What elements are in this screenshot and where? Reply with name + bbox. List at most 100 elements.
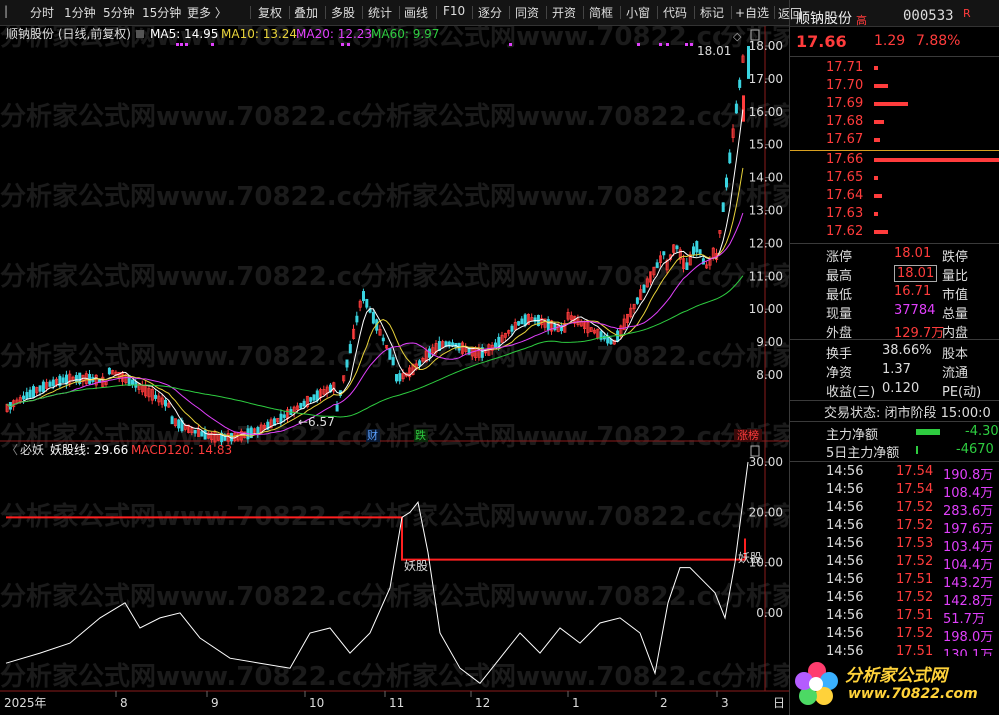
tick-time: 14:56 bbox=[826, 536, 864, 551]
sub-line2-label: MACD120: 14.83 bbox=[131, 443, 232, 457]
marker-drop[interactable]: 跌 bbox=[415, 428, 426, 442]
price-change-pct: 7.88% bbox=[916, 33, 961, 49]
ask-price: 17.67 bbox=[826, 132, 864, 147]
stat-label: 涨停 bbox=[826, 250, 853, 265]
btn-stats[interactable]: 统计 bbox=[368, 4, 392, 21]
stat-label: 最低 bbox=[826, 288, 853, 303]
ask-price: 17.69 bbox=[826, 96, 864, 111]
x-tick-11: 11 bbox=[389, 696, 404, 710]
x-tick-year: 2025年 bbox=[4, 696, 47, 710]
stat2-label-2: 流通 bbox=[942, 366, 969, 381]
ask-price: 17.70 bbox=[826, 78, 864, 93]
tick-time: 14:56 bbox=[826, 500, 864, 515]
btn-f10[interactable]: F10 bbox=[443, 4, 465, 18]
stat2-label: 收益(三) bbox=[826, 385, 876, 400]
btn-multi[interactable]: 多股 bbox=[331, 4, 355, 21]
sub-collapse-icon[interactable]: 〈 bbox=[6, 443, 18, 457]
btn-fuquan[interactable]: 复权 bbox=[258, 4, 282, 21]
quote-panel: 返回 顺钠股份 高 000533 R 17.66 1.29 7.88% 17.7… bbox=[778, 0, 999, 715]
stat-label-2: 总量 bbox=[942, 307, 969, 322]
ask-price: 17.68 bbox=[826, 114, 864, 129]
btn-jiankuang[interactable]: 简框 bbox=[589, 4, 613, 21]
bid-price: 17.66 bbox=[826, 152, 864, 167]
marker-finance[interactable]: 财 bbox=[367, 428, 378, 442]
btn-add-watch[interactable]: +自选 bbox=[735, 4, 769, 21]
chart-area[interactable]: 分析家公式网www.70822.com 18.0017.0016.0015.00… bbox=[0, 26, 789, 715]
price-tick: 8.00 bbox=[756, 368, 783, 382]
price-tick: 17.00 bbox=[749, 72, 783, 86]
expand-icon[interactable]: | bbox=[4, 4, 8, 18]
ask-volume-bar bbox=[874, 138, 880, 142]
stat-label-2: 跌停 bbox=[942, 250, 969, 265]
btn-overlay[interactable]: 叠加 bbox=[294, 4, 318, 21]
main-net-value: -4.30 bbox=[965, 424, 999, 439]
collapse-icon[interactable] bbox=[136, 30, 144, 38]
diamond-icon[interactable]: ◇ bbox=[733, 30, 742, 43]
tick-price: 17.51 bbox=[896, 572, 934, 587]
btn-tongzi[interactable]: 同资 bbox=[515, 4, 539, 21]
trade-status: 交易状态: 闭市阶段 15:00:0 bbox=[824, 406, 991, 421]
price-tick: 12.00 bbox=[749, 236, 783, 250]
tick-volume: 190.8万 bbox=[943, 468, 994, 483]
tick-time: 14:56 bbox=[826, 554, 864, 569]
tick-price: 17.52 bbox=[896, 626, 934, 641]
bid-volume-bar bbox=[874, 230, 888, 234]
tick-volume: 197.6万 bbox=[943, 522, 994, 537]
main-net-bar bbox=[916, 429, 940, 435]
main-net-5d-bar bbox=[916, 446, 918, 454]
sub-title: 必妖 bbox=[20, 443, 44, 457]
tab-15min[interactable]: 15分钟 bbox=[142, 4, 181, 21]
tick-time: 14:56 bbox=[826, 626, 864, 641]
stat-value: 18.01 bbox=[894, 246, 932, 261]
stat2-value: 0.120 bbox=[882, 381, 920, 396]
bid-price: 17.62 bbox=[826, 224, 864, 239]
tick-price: 17.52 bbox=[896, 554, 934, 569]
tick-volume: 103.4万 bbox=[943, 540, 994, 555]
ask-volume-bar bbox=[874, 66, 878, 70]
tick-price: 17.54 bbox=[896, 482, 934, 497]
price-tick: 9.00 bbox=[756, 335, 783, 349]
x-tick-10: 10 bbox=[309, 696, 324, 710]
x-tick-day[interactable]: 日 bbox=[773, 696, 785, 710]
stat2-value: 1.37 bbox=[882, 362, 911, 377]
price-tick: 13.00 bbox=[749, 204, 783, 218]
price-change: 1.29 bbox=[874, 33, 906, 49]
sub-line1-label: 妖股线: 29.66 bbox=[50, 443, 128, 457]
tick-volume: 51.7万 bbox=[943, 612, 985, 627]
high-tag: 高 bbox=[856, 14, 867, 27]
price-tick: 11.00 bbox=[749, 269, 783, 283]
x-tick-9: 9 bbox=[211, 696, 219, 710]
price-tick: 18.00 bbox=[749, 39, 783, 53]
main-net-5d-value: -4670 bbox=[956, 442, 994, 457]
stat-label: 最高 bbox=[826, 269, 853, 284]
ma10-label: MA10: 13.24 bbox=[221, 27, 297, 41]
stat2-value: 38.66% bbox=[882, 343, 932, 358]
stat2-label-2: 股本 bbox=[942, 347, 969, 362]
bid-volume-bar bbox=[874, 194, 882, 198]
tab-more[interactable]: 更多 〉 bbox=[187, 4, 227, 21]
main-net-5d-label: 5日主力净额 bbox=[826, 446, 900, 461]
price-tick: 14.00 bbox=[749, 171, 783, 185]
btn-kaizi[interactable]: 开资 bbox=[552, 4, 576, 21]
ask-volume-bar bbox=[874, 120, 884, 124]
ma5-label: MA5: 14.95 bbox=[150, 27, 218, 41]
price-tick: 16.00 bbox=[749, 105, 783, 119]
tab-5min[interactable]: 5分钟 bbox=[103, 4, 135, 21]
tab-1min[interactable]: 1分钟 bbox=[64, 4, 96, 21]
marker-rank[interactable]: 涨榜 bbox=[737, 428, 759, 442]
btn-code[interactable]: 代码 bbox=[663, 4, 687, 21]
btn-zhufen[interactable]: 逐分 bbox=[478, 4, 502, 21]
tick-time: 14:56 bbox=[826, 518, 864, 533]
btn-mark[interactable]: 标记 bbox=[700, 4, 724, 21]
stock-name: 顺钠股份 bbox=[796, 11, 852, 27]
tick-price: 17.51 bbox=[896, 608, 934, 623]
tick-volume: 283.6万 bbox=[943, 504, 994, 519]
btn-xiaochuang[interactable]: 小窗 bbox=[626, 4, 650, 21]
tick-time: 14:56 bbox=[826, 482, 864, 497]
tab-intraday[interactable]: 分时 bbox=[30, 4, 54, 21]
stat-value: 18.01 bbox=[894, 265, 938, 282]
btn-draw[interactable]: 画线 bbox=[404, 4, 428, 21]
tick-time: 14:56 bbox=[826, 608, 864, 623]
stat2-label: 净资 bbox=[826, 366, 853, 381]
low-label: ←6.57 bbox=[298, 415, 335, 429]
